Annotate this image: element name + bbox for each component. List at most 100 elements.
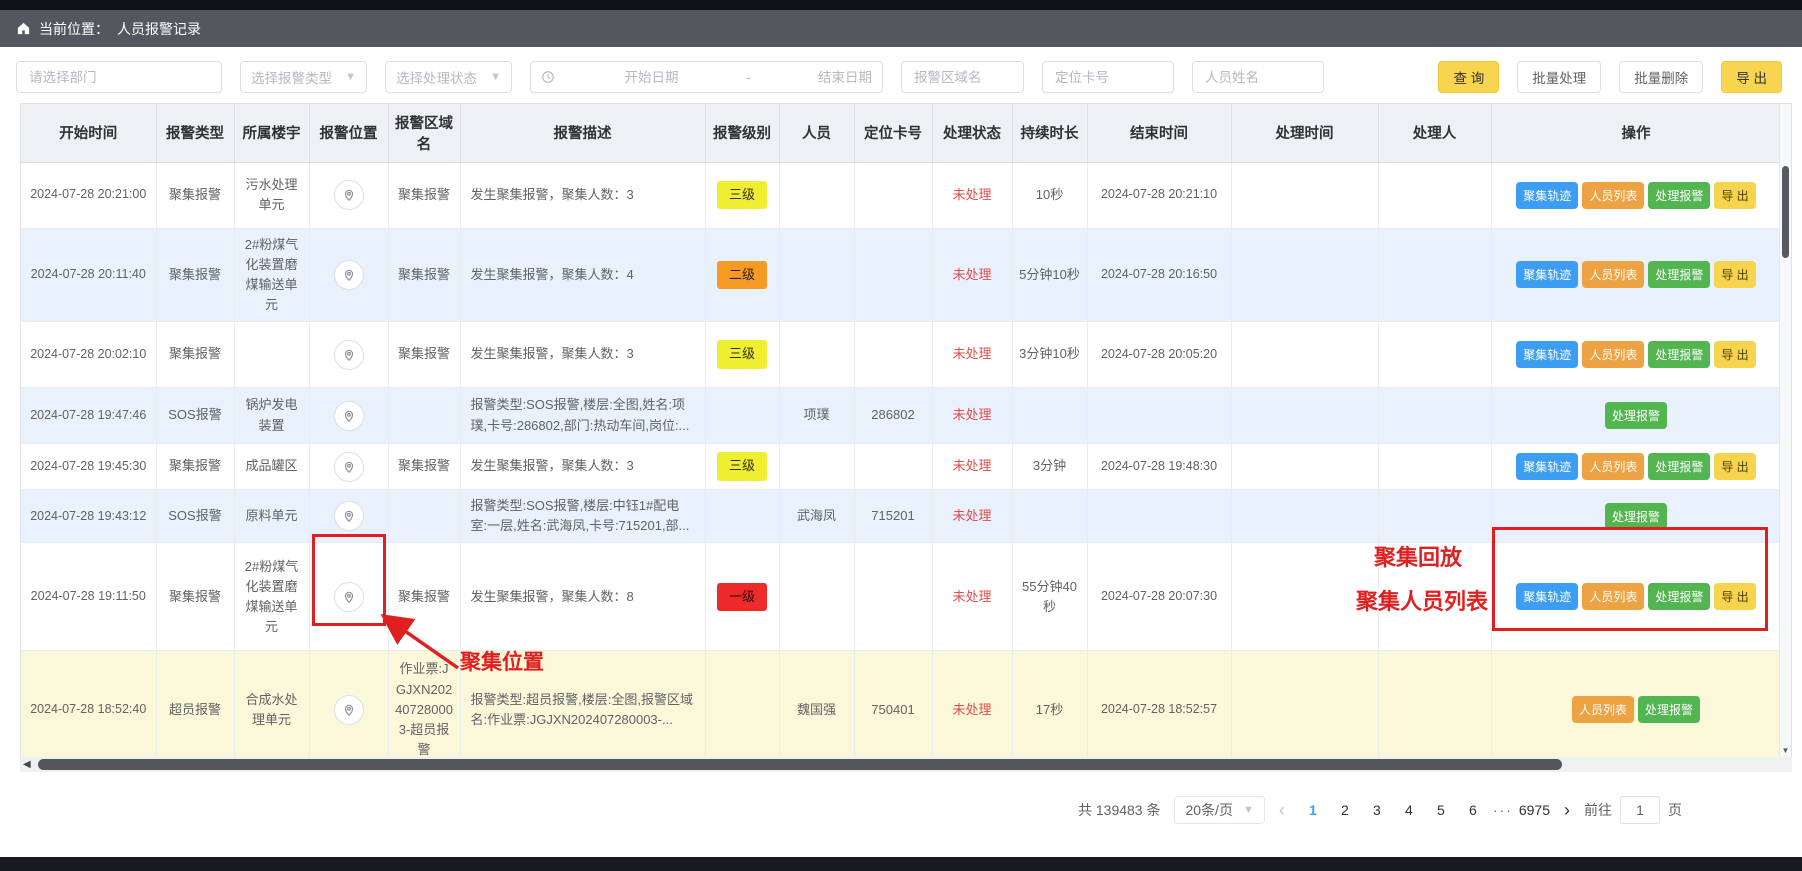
location-icon-button[interactable] [334,582,364,612]
horizontal-scrollbar-thumb[interactable] [38,759,1562,770]
export-button[interactable]: 导 出 [1721,61,1782,93]
action-button-handle[interactable]: 处理报警 [1605,503,1667,530]
cell-level: 二级 [705,228,779,322]
horizontal-scrollbar[interactable]: ◀ [20,757,1792,772]
action-button-people[interactable]: 人员列表 [1582,182,1644,209]
cell-duration: 3分钟10秒 [1012,322,1087,388]
page-number[interactable]: 1 [1299,796,1327,824]
action-button-people[interactable]: 人员列表 [1572,696,1634,723]
location-icon-button[interactable] [334,695,364,725]
cell-alarm-type: SOS报警 [156,388,234,444]
cell-card-number: 750401 [854,651,932,757]
action-button-handle[interactable]: 处理报警 [1648,453,1710,480]
cell-description: 报警类型:SOS报警,楼层:中钰1#配电室:一层,姓名:武海凤,卡号:71520… [460,490,705,543]
cell-location [309,388,388,444]
batch-handle-button[interactable]: 批量处理 [1517,61,1601,93]
location-icon-button[interactable] [334,180,364,210]
chevron-down-icon: ▼ [345,71,356,83]
location-icon-button[interactable] [334,501,364,531]
cell-level: 一级 [705,543,779,651]
cell-area-name: 聚集报警 [388,162,460,228]
page-number[interactable]: 5 [1427,796,1455,824]
location-icon-button[interactable] [334,452,364,482]
page-number[interactable]: 2 [1331,796,1359,824]
action-button-people[interactable]: 人员列表 [1582,583,1644,610]
cell-alarm-type: 超员报警 [156,651,234,757]
goto-page-input[interactable] [1620,796,1660,824]
action-button-handle[interactable]: 处理报警 [1605,402,1667,429]
cell-location [309,162,388,228]
action-button-track[interactable]: 聚集轨迹 [1516,341,1578,368]
cell-end-time [1087,490,1231,543]
action-button-track[interactable]: 聚集轨迹 [1516,182,1578,209]
cell-actions: 处理报警 [1491,388,1781,444]
action-button-export[interactable]: 导 出 [1714,453,1755,480]
action-button-export[interactable]: 导 出 [1714,341,1755,368]
cell-handler [1378,228,1491,322]
page-number[interactable]: 3 [1363,796,1391,824]
action-button-export[interactable]: 导 出 [1714,261,1755,288]
action-button-track[interactable]: 聚集轨迹 [1516,261,1578,288]
cell-actions: 聚集轨迹人员列表处理报警导 出 [1491,162,1781,228]
next-page-button[interactable]: › [1564,801,1570,819]
level-badge: 一级 [717,583,767,611]
handle-status-select[interactable]: 选择处理状态 ▼ [385,61,512,93]
table-row: 2024-07-28 20:21:00聚集报警污水处理单元聚集报警发生聚集报警，… [21,162,1781,228]
action-button-people[interactable]: 人员列表 [1582,341,1644,368]
area-name-input[interactable] [901,61,1024,93]
location-pin-icon [342,348,356,362]
scroll-left-arrow-icon[interactable]: ◀ [23,757,31,772]
page-size-select[interactable]: 20条/页 ▼ [1174,796,1264,824]
cell-handle-time [1231,444,1378,490]
page-number[interactable]: 4 [1395,796,1423,824]
alarm-type-select[interactable]: 选择报警类型 ▼ [240,61,367,93]
location-icon-button[interactable] [334,401,364,431]
status-text: 未处理 [952,267,991,282]
cell-handle-status: 未处理 [932,162,1012,228]
action-button-people[interactable]: 人员列表 [1582,453,1644,480]
vertical-scrollbar[interactable]: ▼ [1779,104,1791,757]
action-button-handle[interactable]: 处理报警 [1648,341,1710,368]
date-range-picker[interactable]: - [530,61,883,93]
action-button-handle[interactable]: 处理报警 [1638,696,1700,723]
location-pin-icon [342,509,356,523]
status-text: 未处理 [952,589,991,604]
table-row: 2024-07-28 19:47:46SOS报警锅炉发电装置报警类型:SOS报警… [21,388,1781,444]
card-number-input[interactable] [1042,61,1174,93]
scroll-down-arrow-icon[interactable]: ▼ [1780,746,1791,755]
action-button-handle[interactable]: 处理报警 [1648,583,1710,610]
person-name-input[interactable] [1192,61,1324,93]
level-badge: 三级 [717,181,767,209]
location-pin-icon [342,409,356,423]
cell-building: 污水处理单元 [234,162,309,228]
start-date-input[interactable] [563,70,740,85]
action-button-handle[interactable]: 处理报警 [1648,261,1710,288]
action-button-people[interactable]: 人员列表 [1582,261,1644,288]
cell-description: 报警类型:SOS报警,楼层:全图,姓名:项璞,卡号:286802,部门:热动车间… [460,388,705,444]
cell-location [309,322,388,388]
action-button-track[interactable]: 聚集轨迹 [1516,453,1578,480]
date-separator: - [740,70,757,85]
vertical-scrollbar-thumb[interactable] [1782,166,1789,258]
action-button-export[interactable]: 导 出 [1714,583,1755,610]
cell-level [705,388,779,444]
department-input[interactable] [16,61,222,93]
action-button-track[interactable]: 聚集轨迹 [1516,583,1578,610]
action-button-handle[interactable]: 处理报警 [1648,182,1710,209]
page-number-last[interactable]: 6975 [1519,796,1550,824]
query-button[interactable]: 查 询 [1438,61,1499,93]
column-header: 开始时间 [21,104,156,162]
prev-page-button[interactable]: ‹ [1279,801,1285,819]
action-button-export[interactable]: 导 出 [1714,182,1755,209]
alarm-records-table: 开始时间报警类型所属楼宇报警位置报警区域名报警描述报警级别人员定位卡号处理状态持… [21,104,1782,757]
location-icon-button[interactable] [334,260,364,290]
handle-status-select-placeholder: 选择处理状态 [396,67,477,87]
cell-handle-status: 未处理 [932,228,1012,322]
cell-area-name: 聚集报警 [388,444,460,490]
batch-delete-button[interactable]: 批量删除 [1619,61,1703,93]
location-icon-button[interactable] [334,340,364,370]
page-number[interactable]: 6 [1459,796,1487,824]
cell-area-name: 聚集报警 [388,228,460,322]
cell-level [705,651,779,757]
cell-actions: 人员列表处理报警 [1491,651,1781,757]
